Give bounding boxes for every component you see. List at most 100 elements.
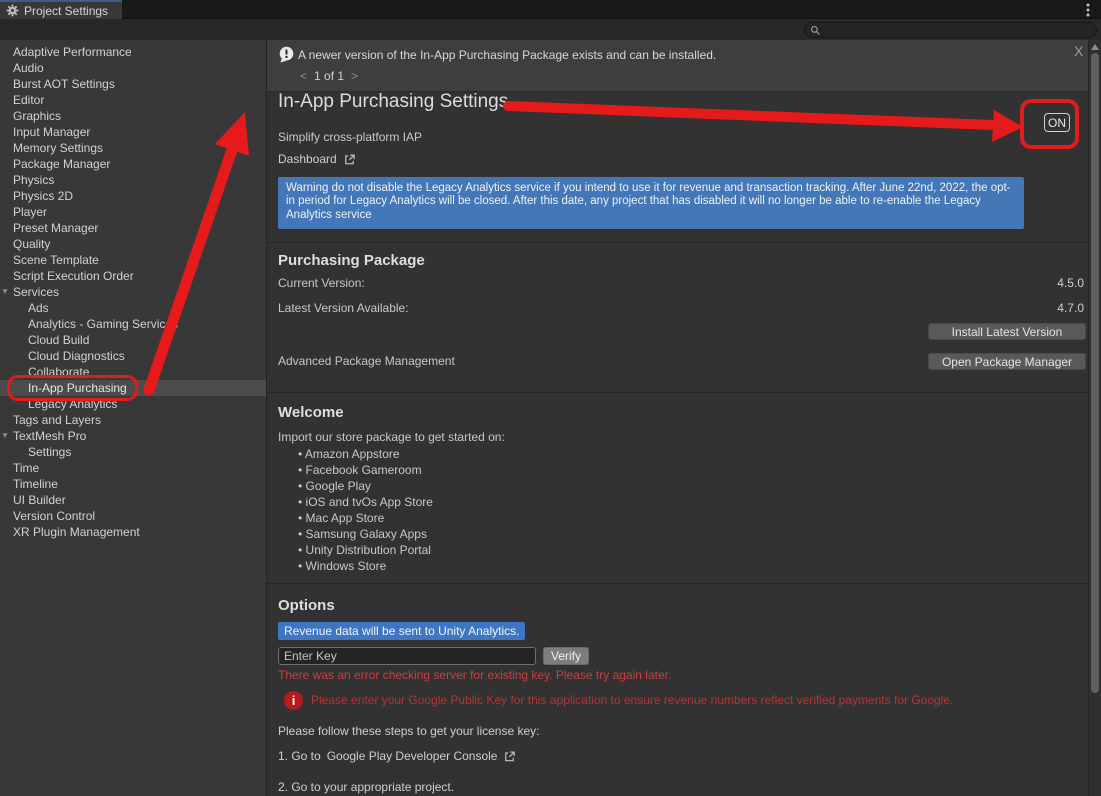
pager-next-button[interactable]: > bbox=[351, 69, 358, 83]
store-list-item: Samsung Galaxy Apps bbox=[298, 526, 433, 542]
page-subtitle: Simplify cross-platform IAP bbox=[278, 130, 422, 144]
sidebar-item-cloud-diagnostics[interactable]: Cloud Diagnostics bbox=[0, 348, 266, 364]
latest-version-label: Latest Version Available: bbox=[278, 301, 409, 315]
store-list-item: Mac App Store bbox=[298, 510, 433, 526]
store-list-item: Google Play bbox=[298, 478, 433, 494]
sidebar-item-graphics[interactable]: Graphics bbox=[0, 108, 266, 124]
sidebar-item-label: UI Builder bbox=[13, 493, 66, 507]
sidebar-item-label: Package Manager bbox=[13, 157, 110, 171]
sidebar-item-cloud-build[interactable]: Cloud Build bbox=[0, 332, 266, 348]
search-box[interactable] bbox=[804, 22, 1097, 38]
welcome-intro: Import our store package to get started … bbox=[278, 430, 505, 444]
welcome-title: Welcome bbox=[278, 404, 344, 421]
store-list-item: Facebook Gameroom bbox=[298, 462, 433, 478]
sidebar-item-physics[interactable]: Physics bbox=[0, 172, 266, 188]
sidebar-item-label: Burst AOT Settings bbox=[13, 77, 115, 91]
verify-button[interactable]: Verify bbox=[543, 647, 589, 665]
sidebar-item-input-manager[interactable]: Input Manager bbox=[0, 124, 266, 140]
vertical-scrollbar[interactable] bbox=[1088, 40, 1101, 796]
advanced-package-management-label: Advanced Package Management bbox=[278, 354, 455, 368]
sidebar-item-label: TextMesh Pro bbox=[13, 429, 86, 443]
sidebar-item-time[interactable]: Time bbox=[0, 460, 266, 476]
store-list-item: Windows Store bbox=[298, 558, 433, 574]
sidebar-item-label: Preset Manager bbox=[13, 221, 98, 235]
kebab-menu-icon[interactable] bbox=[1081, 2, 1095, 17]
page-title: In-App Purchasing Settings bbox=[278, 91, 508, 113]
sidebar-item-package-manager[interactable]: Package Manager bbox=[0, 156, 266, 172]
sidebar-item-quality[interactable]: Quality bbox=[0, 236, 266, 252]
sidebar-item-label: Tags and Layers bbox=[13, 413, 101, 427]
sidebar-item-editor[interactable]: Editor bbox=[0, 92, 266, 108]
sidebar-item-label: Scene Template bbox=[13, 253, 99, 267]
sidebar-item-label: Version Control bbox=[13, 509, 95, 523]
sidebar-item-script-execution-order[interactable]: Script Execution Order bbox=[0, 268, 266, 284]
sidebar-item-settings[interactable]: Settings bbox=[0, 444, 266, 460]
enter-key-input[interactable] bbox=[278, 647, 536, 665]
sidebar-item-in-app-purchasing[interactable]: In-App Purchasing bbox=[0, 380, 266, 396]
sidebar-item-label: Cloud Build bbox=[28, 333, 89, 347]
install-latest-version-button[interactable]: Install Latest Version bbox=[928, 323, 1086, 340]
sidebar-item-label: Physics 2D bbox=[13, 189, 73, 203]
tab-title: Project Settings bbox=[24, 4, 108, 18]
scroll-up-icon[interactable] bbox=[1091, 44, 1099, 50]
step-1-row: 1. Go to Google Play Developer Console bbox=[278, 749, 516, 763]
toolbar bbox=[0, 19, 1101, 40]
sidebar-item-burst-aot-settings[interactable]: Burst AOT Settings bbox=[0, 76, 266, 92]
store-list: Amazon AppstoreFacebook GameroomGoogle P… bbox=[298, 446, 433, 574]
sidebar-item-label: Ads bbox=[28, 301, 49, 315]
store-list-item: iOS and tvOs App Store bbox=[298, 494, 433, 510]
sidebar-item-ads[interactable]: Ads bbox=[0, 300, 266, 316]
sidebar-item-preset-manager[interactable]: Preset Manager bbox=[0, 220, 266, 236]
service-toggle-on-button[interactable]: ON bbox=[1044, 113, 1070, 132]
sidebar-item-label: Cloud Diagnostics bbox=[28, 349, 125, 363]
tab-project-settings[interactable]: Project Settings bbox=[0, 0, 122, 19]
external-link-icon bbox=[343, 153, 356, 166]
sidebar-item-tags-and-layers[interactable]: Tags and Layers bbox=[0, 412, 266, 428]
banner-close-icon[interactable]: X bbox=[1074, 43, 1083, 59]
store-list-item: Amazon Appstore bbox=[298, 446, 433, 462]
sidebar-item-physics-2d[interactable]: Physics 2D bbox=[0, 188, 266, 204]
sidebar-item-adaptive-performance[interactable]: Adaptive Performance bbox=[0, 44, 266, 60]
sidebar-item-audio[interactable]: Audio bbox=[0, 60, 266, 76]
sidebar-item-version-control[interactable]: Version Control bbox=[0, 508, 266, 524]
window-titlebar: Project Settings bbox=[0, 0, 1101, 19]
sidebar-item-services[interactable]: ▼ Services bbox=[0, 284, 266, 300]
foldout-triangle-icon[interactable]: ▼ bbox=[1, 428, 9, 444]
sidebar-item-textmesh-pro[interactable]: ▼ TextMesh Pro bbox=[0, 428, 266, 444]
google-play-console-link[interactable]: Google Play Developer Console bbox=[327, 749, 498, 763]
info-icon: i bbox=[284, 691, 303, 710]
step-1-prefix: 1. Go to bbox=[278, 749, 321, 763]
sidebar-item-label: Input Manager bbox=[13, 125, 90, 139]
sidebar-item-timeline[interactable]: Timeline bbox=[0, 476, 266, 492]
update-notification-banner: A newer version of the In-App Purchasing… bbox=[267, 40, 1088, 92]
sidebar-item-memory-settings[interactable]: Memory Settings bbox=[0, 140, 266, 156]
sidebar-item-label: Analytics - Gaming Services bbox=[28, 317, 178, 331]
sidebar-item-label: Quality bbox=[13, 237, 50, 251]
gear-icon bbox=[6, 4, 19, 17]
sidebar-item-collaborate[interactable]: Collaborate bbox=[0, 364, 266, 380]
open-package-manager-button[interactable]: Open Package Manager bbox=[928, 353, 1086, 370]
scrollbar-thumb[interactable] bbox=[1091, 53, 1099, 693]
sidebar-item-legacy-analytics[interactable]: Legacy Analytics bbox=[0, 396, 266, 412]
search-input[interactable] bbox=[825, 24, 1091, 37]
step-2-text: 2. Go to your appropriate project. bbox=[278, 780, 454, 794]
section-divider bbox=[267, 392, 1101, 393]
sidebar-item-label: Editor bbox=[13, 93, 44, 107]
sidebar-item-xr-plugin-management[interactable]: XR Plugin Management bbox=[0, 524, 266, 540]
latest-version-value: 4.7.0 bbox=[1057, 301, 1084, 315]
sidebar-item-player[interactable]: Player bbox=[0, 204, 266, 220]
sidebar-item-label: Services bbox=[13, 285, 59, 299]
sidebar-item-analytics-gaming-services[interactable]: Analytics - Gaming Services bbox=[0, 316, 266, 332]
foldout-triangle-icon[interactable]: ▼ bbox=[1, 284, 9, 300]
sidebar-item-label: Collaborate bbox=[28, 365, 89, 379]
banner-pager: < 1 of 1 > bbox=[300, 69, 358, 83]
sidebar-item-scene-template[interactable]: Scene Template bbox=[0, 252, 266, 268]
dashboard-link[interactable]: Dashboard bbox=[278, 152, 356, 166]
sidebar-item-label: Memory Settings bbox=[13, 141, 103, 155]
pager-count: 1 of 1 bbox=[314, 69, 344, 83]
speech-bubble-icon bbox=[278, 46, 295, 67]
sidebar-item-ui-builder[interactable]: UI Builder bbox=[0, 492, 266, 508]
sidebar-item-label: Graphics bbox=[13, 109, 61, 123]
pager-prev-button[interactable]: < bbox=[300, 69, 307, 83]
external-link-icon[interactable] bbox=[503, 750, 516, 763]
